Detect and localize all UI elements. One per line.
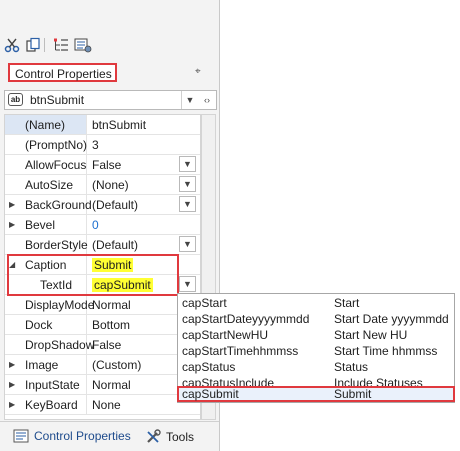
chevron-down-icon[interactable]: ▼	[179, 276, 196, 292]
property-name: Dock	[25, 318, 53, 332]
option-text: Start	[334, 296, 360, 310]
property-row-name[interactable]: (Name) btnSubmit	[5, 115, 200, 135]
copy-icon[interactable]	[24, 36, 42, 54]
option-text: Submit	[334, 387, 372, 401]
property-name: BorderStyle	[25, 238, 88, 252]
textid-dropdown-list[interactable]: capStart Start capStartDateyyyymmdd Star…	[177, 293, 455, 403]
property-row-bevel[interactable]: ▶ Bevel 0	[5, 215, 200, 235]
dropdown-option[interactable]: capStartDateyyyymmdd Start Date yyyymmdd	[178, 311, 454, 327]
property-row-borderstyle[interactable]: BorderStyle (Default) ▼	[5, 235, 200, 255]
component-selector-value: btnSubmit	[30, 93, 85, 107]
property-name: AutoSize	[25, 178, 74, 192]
chevron-down-icon[interactable]: ▼	[181, 91, 198, 109]
property-row-displaymode[interactable]: DisplayMode Normal	[5, 295, 200, 315]
expand-arrow-icon[interactable]: ▶	[9, 360, 15, 369]
expand-arrow-icon[interactable]: ▶	[9, 400, 15, 409]
pin-icon[interactable]: ⌖	[195, 66, 201, 77]
component-selector[interactable]: ab btnSubmit ▼ ‹›	[4, 90, 217, 110]
property-row-allowfocus[interactable]: AllowFocus False ▼	[5, 155, 200, 175]
properties-icon[interactable]	[74, 36, 92, 54]
property-value[interactable]: 0	[92, 218, 99, 232]
property-name: Bevel	[25, 218, 56, 232]
property-row-promptno[interactable]: (PromptNo) 3	[5, 135, 200, 155]
property-row-dock[interactable]: Dock Bottom	[5, 315, 200, 335]
property-value[interactable]: (Default)	[92, 198, 138, 212]
option-id: capStart	[182, 296, 227, 310]
property-name: BackGround	[25, 198, 92, 212]
button-type-icon: ab	[8, 93, 23, 106]
dropdown-option[interactable]: capStartNewHU Start New HU	[178, 327, 454, 343]
toolbar-divider	[44, 38, 45, 52]
property-row-image[interactable]: ▶ Image (Custom)	[5, 355, 200, 375]
option-id: capStartTimehhmmss	[182, 344, 299, 358]
option-text: Start Date yyyymmdd	[334, 312, 449, 326]
option-id: capStartDateyyyymmdd	[182, 312, 310, 326]
property-row-keyboard[interactable]: ▶ KeyBoard None	[5, 395, 200, 415]
toolbar	[0, 32, 219, 58]
property-value[interactable]: (None)	[92, 178, 129, 192]
property-name: InputState	[25, 378, 80, 392]
expand-arrow-icon[interactable]: ▶	[9, 200, 15, 209]
property-row-inputstate[interactable]: ▶ InputState Normal	[5, 375, 200, 395]
option-id: capSubmit	[182, 387, 239, 401]
property-name: DropShadow	[25, 338, 95, 352]
property-value[interactable]: (Custom)	[92, 358, 141, 372]
tools-icon	[147, 429, 161, 443]
property-name: AllowFocus	[25, 158, 87, 172]
option-text: Start Time hhmmss	[334, 344, 438, 358]
chevron-down-icon[interactable]: ▼	[179, 236, 196, 252]
expand-arrow-icon[interactable]: ▶	[9, 220, 15, 229]
panel-title: Control Properties	[15, 67, 112, 81]
option-text: Status	[334, 360, 369, 374]
tab-tools-label: Tools	[166, 430, 195, 444]
tab-control-properties[interactable]: Control Properties	[13, 429, 131, 443]
dropdown-option[interactable]: capStatus Status	[178, 359, 454, 375]
tab-tools[interactable]: Tools	[145, 429, 194, 445]
property-value[interactable]: Normal	[92, 298, 131, 312]
dropdown-option[interactable]: capStartTimehhmmss Start Time hhmmss	[178, 343, 454, 359]
dropdown-option-selected[interactable]: capSubmit Submit	[177, 386, 455, 402]
scissors-icon[interactable]	[3, 36, 21, 54]
chevron-down-icon[interactable]: ▼	[179, 156, 196, 172]
property-value[interactable]: 3	[92, 138, 99, 152]
property-value[interactable]: Bottom	[92, 318, 130, 332]
chevron-down-icon[interactable]: ▼	[179, 176, 196, 192]
option-text: Start New HU	[334, 328, 408, 342]
expand-collapse-icon[interactable]: ‹›	[198, 91, 216, 109]
property-name: KeyBoard	[25, 398, 78, 412]
property-value[interactable]: (Default)	[92, 238, 138, 252]
expand-arrow-icon[interactable]: ▶	[9, 380, 15, 389]
property-name: DisplayMode	[25, 298, 95, 312]
property-value[interactable]: None	[92, 398, 121, 412]
panel-title-highlight: Control Properties	[8, 63, 117, 82]
property-row-background[interactable]: ▶ BackGround (Default) ▼	[5, 195, 200, 215]
property-value[interactable]: False	[92, 338, 121, 352]
option-id: capStatus	[182, 360, 236, 374]
option-id: capStartNewHU	[182, 328, 269, 342]
dropdown-option[interactable]: capStart Start	[178, 295, 454, 311]
property-name: Image	[25, 358, 59, 372]
bottom-tab-bar: Control Properties Tools	[0, 421, 219, 451]
tree-icon[interactable]	[52, 36, 70, 54]
tab-control-properties-label: Control Properties	[34, 429, 131, 443]
property-value[interactable]: False	[92, 158, 121, 172]
property-name: (PromptNo)	[25, 138, 88, 152]
property-value[interactable]: btnSubmit	[92, 118, 146, 132]
properties-tab-icon	[13, 429, 29, 443]
caption-highlight-box	[7, 254, 179, 296]
property-row-dropshadow[interactable]: DropShadow False	[5, 335, 200, 355]
property-value[interactable]: Normal	[92, 378, 131, 392]
property-row-autosize[interactable]: AutoSize (None) ▼	[5, 175, 200, 195]
chevron-down-icon[interactable]: ▼	[179, 196, 196, 212]
property-name: (Name)	[25, 118, 66, 132]
